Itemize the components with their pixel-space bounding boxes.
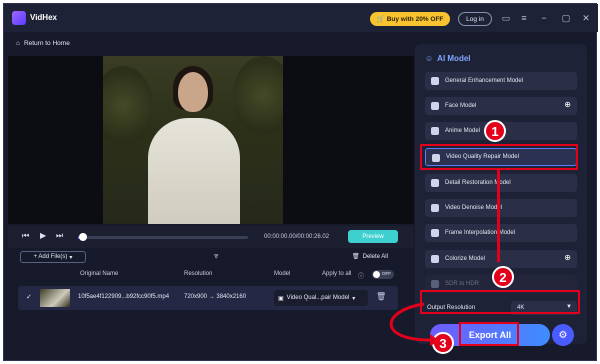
model-icon <box>431 102 439 110</box>
model-face[interactable]: Face Model ⊕ <box>425 97 577 115</box>
model-video-denoise[interactable]: Video Denoise Model <box>425 199 577 217</box>
step-badge-1: 1 <box>484 120 506 142</box>
model-label: Colorize Model <box>445 256 486 262</box>
menu-icon[interactable]: ≡ <box>518 11 530 25</box>
model-label: SDR to HDR <box>445 281 480 287</box>
file-name: 10f5ae4f122909...b92fcc90f5.mp4 <box>78 294 170 300</box>
delete-all-label: Delete All <box>362 253 388 260</box>
breadcrumb-label: Return to Home <box>23 40 70 47</box>
curved-arrow <box>389 302 440 346</box>
app-window: VidHex 🛒 Buy with 20% OFF Log in ▭ ≡ − ▢… <box>3 3 598 361</box>
arrow-line <box>497 170 500 262</box>
add-files-button[interactable]: + Add File(s) ▾ <box>20 251 86 263</box>
delete-all-button[interactable]: 🗑 Delete All <box>352 253 388 261</box>
add-files-label: + Add File(s) <box>33 254 68 260</box>
apply-all-toggle[interactable]: OFF <box>372 270 394 279</box>
title-bar: VidHex 🛒 Buy with 20% OFF Log in ▭ ≡ − ▢… <box>4 4 598 32</box>
download-icon[interactable]: ⊕ <box>564 100 571 109</box>
file-resolution: 720x900 → 3840x2160 <box>184 294 247 300</box>
model-label: Detail Restoration Model <box>445 180 511 186</box>
model-icon <box>431 127 439 135</box>
person-head <box>178 72 208 112</box>
chevron-down-icon: ▾ <box>352 295 356 302</box>
highlight-box <box>420 144 578 170</box>
minimize-icon[interactable]: − <box>538 11 550 25</box>
preview-button[interactable]: Preview <box>348 230 398 243</box>
col-resolution: Resolution <box>184 271 213 277</box>
video-preview <box>8 56 414 224</box>
video-thumbnail <box>40 289 70 307</box>
trash-icon: 🗑 <box>352 254 360 260</box>
info-icon: ⓘ <box>358 274 365 280</box>
model-label: General Enhancement Model <box>445 78 524 84</box>
app-name: VidHex <box>30 13 57 22</box>
model-label: Anime Model <box>445 128 481 134</box>
ai-robot-icon: ☺ <box>425 54 434 63</box>
collapse-icon[interactable]: ⩔ <box>214 251 219 261</box>
app-logo-icon <box>12 11 26 25</box>
table-row[interactable]: ✓ 10f5ae4f122909...b92fcc90f5.mp4 720x90… <box>18 286 398 310</box>
model-label: Frame Interpolation Model <box>445 230 516 236</box>
messages-icon[interactable]: ▭ <box>500 11 512 25</box>
buy-button[interactable]: 🛒 Buy with 20% OFF <box>370 12 450 26</box>
model-icon <box>431 179 439 187</box>
model-icon <box>431 204 439 212</box>
model-general-enhancement[interactable]: General Enhancement Model <box>425 72 577 90</box>
row-model-select[interactable]: ▣ Video Qual...pair Model ▾ <box>274 290 368 306</box>
video-frame-image <box>103 56 283 224</box>
model-label: Video Denoise Model <box>445 205 502 211</box>
col-model: Model <box>274 271 291 277</box>
gear-icon[interactable]: ⚙ <box>552 324 574 346</box>
file-list-toolbar: + Add File(s) ▾ ⩔ 🗑 Delete All <box>8 250 414 266</box>
person-body <box>148 118 240 224</box>
video-model-icon: ▣ <box>278 295 284 302</box>
skip-back-icon[interactable]: ⏮ <box>22 231 29 241</box>
row-model-value: Video Qual...pair Model <box>286 295 350 301</box>
model-icon <box>431 280 439 288</box>
file-list-header: Original Name Resolution Model Apply to … <box>8 270 414 282</box>
col-original-name: Original Name <box>80 271 119 277</box>
model-icon <box>431 255 439 263</box>
home-icon: ⌂ <box>16 40 20 47</box>
model-frame-interpolation[interactable]: Frame Interpolation Model <box>425 224 577 242</box>
toggle-knob <box>373 271 380 278</box>
playback-controls: ⏮ ▶ ⏭ 00:00:00.00/00:00:26.02 Preview <box>8 226 414 248</box>
chevron-down-icon: ▾ <box>69 254 73 261</box>
step-badge-2: 2 <box>492 266 514 288</box>
model-icon <box>431 77 439 85</box>
foliage-shape <box>233 56 283 136</box>
foliage-shape <box>103 66 153 146</box>
cart-icon: 🛒 <box>376 16 385 23</box>
highlight-box <box>459 322 519 346</box>
progress-knob[interactable] <box>79 233 88 241</box>
model-icon <box>431 229 439 237</box>
maximize-icon[interactable]: ▢ <box>560 11 572 25</box>
panel-title: ☺ AI Model <box>425 54 471 63</box>
close-icon[interactable]: ✕ <box>580 11 592 25</box>
buy-label: Buy with 20% OFF <box>386 15 444 23</box>
skip-forward-icon[interactable]: ⏭ <box>56 231 63 241</box>
timecode: 00:00:00.00/00:00:26.02 <box>264 234 330 240</box>
login-button[interactable]: Log in <box>458 12 492 26</box>
model-detail-restoration[interactable]: Detail Restoration Model <box>425 174 577 192</box>
download-icon[interactable]: ⊕ <box>564 253 571 262</box>
play-icon[interactable]: ▶ <box>40 231 46 240</box>
check-icon[interactable]: ✓ <box>26 293 32 301</box>
model-label: Face Model <box>445 103 477 109</box>
toggle-label: OFF <box>382 271 391 276</box>
return-home-link[interactable]: ⌂ Return to Home <box>16 40 70 47</box>
col-apply-all: Apply to all <box>322 271 352 277</box>
panel-title-text: AI Model <box>437 54 471 63</box>
progress-bar[interactable] <box>78 233 248 241</box>
